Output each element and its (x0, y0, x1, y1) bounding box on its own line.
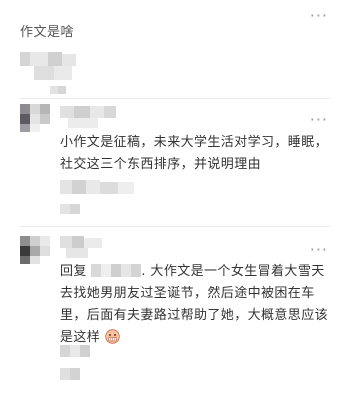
blurred-meta (60, 368, 80, 380)
more-options-icon[interactable]: ··· (310, 112, 328, 128)
blurred-mention[interactable] (91, 264, 142, 277)
more-options-icon[interactable]: ··· (310, 242, 328, 258)
reply-text: 回复 . 大作文是一个女生冒着大雪天去找她男朋友过圣诞节，然后途中被困在车里，后… (60, 261, 335, 349)
blurred-username (60, 106, 150, 130)
blurred-meta (60, 345, 100, 359)
blurred-meta (60, 180, 160, 198)
blurred-username (20, 52, 90, 82)
divider (20, 98, 330, 99)
blurred-timestamp (50, 86, 66, 94)
avatar[interactable] (20, 236, 50, 264)
comment-text-cutoff: 作文是啥 (20, 25, 75, 40)
more-options-icon[interactable]: ··· (310, 8, 328, 24)
avatar[interactable] (20, 104, 50, 132)
reply-prefix: 回复 (60, 264, 87, 279)
blurred-meta (60, 204, 80, 214)
divider (20, 226, 330, 227)
grimace-emoji-icon (105, 329, 120, 344)
blurred-username (60, 236, 140, 258)
comment-text: 小作文是征稿，未来大学生活对学习，睡眠，社交这三个东西排序，并说明理由 (60, 135, 329, 172)
